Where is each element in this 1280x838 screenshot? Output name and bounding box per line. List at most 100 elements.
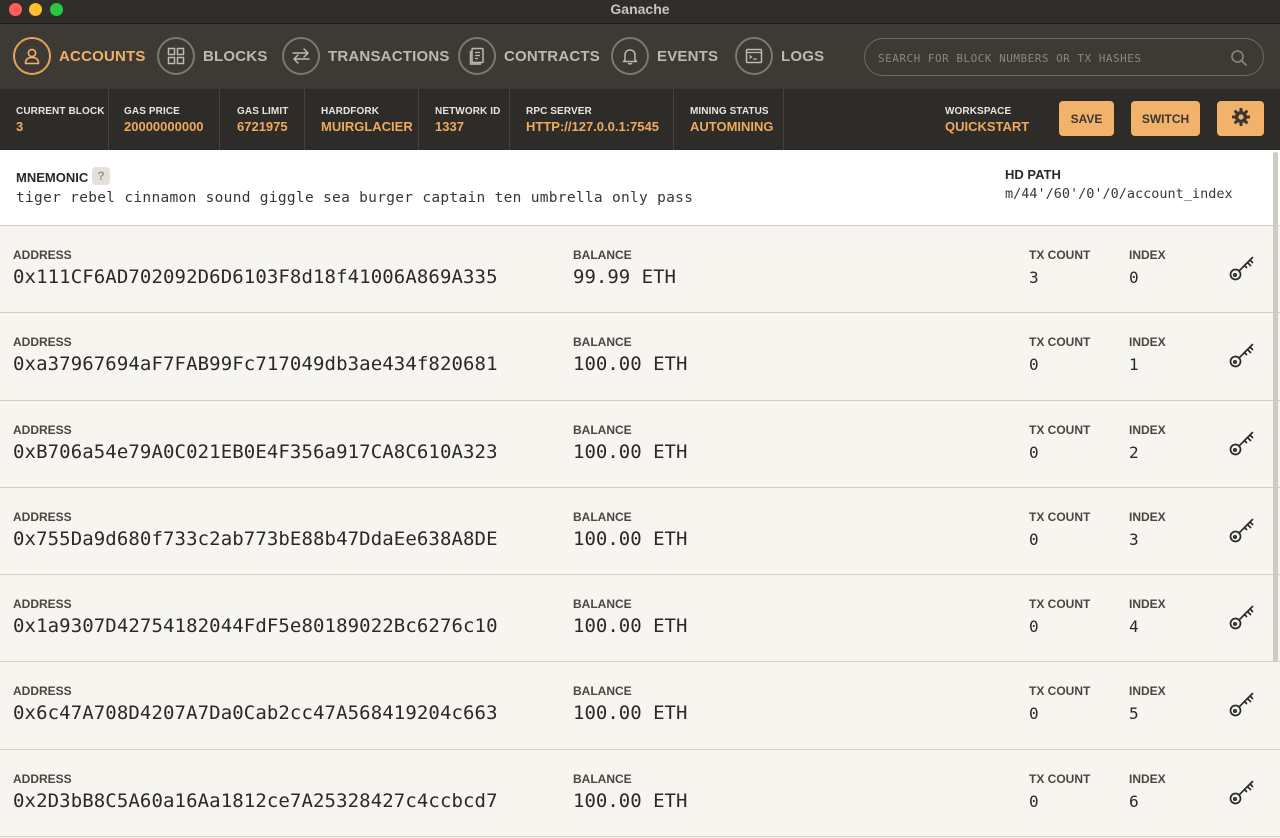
address-label: ADDRESS <box>13 684 72 699</box>
tx-count-label: TX COUNT <box>1029 422 1091 437</box>
rpc-server-label: RPC SERVER <box>526 106 592 117</box>
balance-label: BALANCE <box>573 771 632 786</box>
address-label: ADDRESS <box>13 771 72 786</box>
balance-label: BALANCE <box>573 248 632 262</box>
account-index: 5 <box>1129 704 1139 724</box>
hd-path-value: m/44'/60'/0'/0/account_index <box>1005 186 1233 202</box>
address-label: ADDRESS <box>13 422 72 437</box>
current-block-stat: CURRENT BLOCK 3 <box>0 89 109 150</box>
mnemonic-label: MNEMONIC <box>16 170 89 185</box>
balance-label: BALANCE <box>573 422 632 437</box>
search-input[interactable] <box>878 48 1218 68</box>
account-index: 0 <box>1129 268 1139 287</box>
account-index: 4 <box>1129 617 1139 637</box>
account-row: ADDRESS 0x1a9307D42754182044FdF5e8018902… <box>0 575 1280 663</box>
search-box <box>864 38 1264 76</box>
window-titlebar: Ganache <box>0 0 1280 24</box>
key-icon[interactable] <box>1227 253 1257 288</box>
key-icon[interactable] <box>1227 777 1257 812</box>
account-row: ADDRESS 0xa37967694aF7FAB99Fc717049db3ae… <box>0 313 1280 401</box>
index-label: INDEX <box>1129 248 1166 262</box>
scrollbar[interactable] <box>1273 152 1278 662</box>
address-label: ADDRESS <box>13 335 72 350</box>
mining-status-label: MINING STATUS <box>690 106 769 117</box>
workspace-stat: WORKSPACE QUICKSTART <box>945 89 1045 150</box>
account-balance: 100.00 ETH <box>573 702 688 725</box>
balance-label: BALANCE <box>573 335 632 350</box>
tx-count-label: TX COUNT <box>1029 684 1091 699</box>
nav-events-label: EVENTS <box>657 47 719 65</box>
account-address: 0x2D3bB8C5A60a16Aa1812ce7A25328427c4ccbc… <box>13 789 498 812</box>
rpc-server-value: HTTP://127.0.0.1:7545 <box>526 119 659 134</box>
index-label: INDEX <box>1129 509 1166 524</box>
account-balance: 100.00 ETH <box>573 353 688 376</box>
account-icon <box>13 37 51 75</box>
workspace-value: QUICKSTART <box>945 119 1030 134</box>
account-balance: 100.00 ETH <box>573 789 688 812</box>
network-id-stat: NETWORK ID 1337 <box>419 89 510 150</box>
key-icon[interactable] <box>1227 340 1257 375</box>
tx-count-label: TX COUNT <box>1029 771 1091 786</box>
account-row: ADDRESS 0x2D3bB8C5A60a16Aa1812ce7A253284… <box>0 749 1280 838</box>
account-index: 2 <box>1129 442 1139 462</box>
tx-count-label: TX COUNT <box>1029 335 1091 350</box>
mining-status-value: AUTOMINING <box>690 119 774 134</box>
save-button[interactable]: SAVE <box>1059 101 1114 136</box>
account-index: 3 <box>1129 529 1139 549</box>
nav-logs[interactable]: LOGS <box>735 37 824 75</box>
address-label: ADDRESS <box>13 597 72 612</box>
hardfork-value: MUIRGLACIER <box>321 119 413 134</box>
status-bar: CURRENT BLOCK 3 GAS PRICE 20000000000 GA… <box>0 89 1280 150</box>
index-label: INDEX <box>1129 597 1166 612</box>
help-icon[interactable]: ? <box>92 167 110 185</box>
account-tx-count: 0 <box>1029 442 1039 462</box>
gas-price-label: GAS PRICE <box>124 106 180 117</box>
index-label: INDEX <box>1129 422 1166 437</box>
account-tx-count: 3 <box>1029 268 1039 287</box>
gas-limit-value: 6721975 <box>237 119 288 134</box>
current-block-value: 3 <box>16 119 24 134</box>
logs-icon <box>735 37 773 75</box>
key-icon[interactable] <box>1227 689 1257 724</box>
nav-accounts[interactable]: ACCOUNTS <box>13 37 146 75</box>
search-icon[interactable] <box>1230 49 1248 72</box>
account-tx-count: 0 <box>1029 704 1039 724</box>
transactions-icon <box>282 37 320 75</box>
accounts-list: ADDRESS 0x111CF6AD702092D6D6103F8d18f410… <box>0 226 1280 838</box>
settings-button[interactable] <box>1217 101 1264 136</box>
nav-blocks[interactable]: BLOCKS <box>157 37 268 75</box>
key-icon[interactable] <box>1227 515 1257 550</box>
account-address: 0x6c47A708D4207A7Da0Cab2cc47A568419204c6… <box>13 702 498 725</box>
bell-icon <box>611 37 649 75</box>
account-tx-count: 0 <box>1029 355 1039 375</box>
switch-button[interactable]: SWITCH <box>1131 101 1200 136</box>
network-id-value: 1337 <box>435 119 464 134</box>
address-label: ADDRESS <box>13 509 72 524</box>
blocks-icon <box>157 37 195 75</box>
account-address: 0xa37967694aF7FAB99Fc717049db3ae434f8206… <box>13 353 498 376</box>
main-nav: ACCOUNTS BLOCKS TRANSACTIONS CONTRACTS E… <box>0 24 1280 89</box>
key-icon[interactable] <box>1227 428 1257 463</box>
nav-events[interactable]: EVENTS <box>611 37 718 75</box>
nav-transactions[interactable]: TRANSACTIONS <box>282 37 450 75</box>
account-balance: 100.00 ETH <box>573 440 688 463</box>
account-balance: 100.00 ETH <box>573 527 688 550</box>
index-label: INDEX <box>1129 771 1166 786</box>
key-icon[interactable] <box>1227 602 1257 637</box>
index-label: INDEX <box>1129 684 1166 699</box>
workspace-label: WORKSPACE <box>945 106 1012 117</box>
account-index: 6 <box>1129 791 1139 811</box>
index-label: INDEX <box>1129 335 1166 350</box>
tx-count-label: TX COUNT <box>1029 248 1091 262</box>
account-balance: 100.00 ETH <box>573 615 688 638</box>
help-icon-glyph: ? <box>97 169 105 183</box>
nav-accounts-label: ACCOUNTS <box>59 47 146 65</box>
nav-contracts[interactable]: CONTRACTS <box>458 37 600 75</box>
nav-blocks-label: BLOCKS <box>203 47 268 65</box>
nav-transactions-label: TRANSACTIONS <box>328 47 450 65</box>
account-row: ADDRESS 0x111CF6AD702092D6D6103F8d18f410… <box>0 226 1280 314</box>
account-tx-count: 0 <box>1029 617 1039 637</box>
balance-label: BALANCE <box>573 684 632 699</box>
nav-contracts-label: CONTRACTS <box>504 47 600 65</box>
tx-count-label: TX COUNT <box>1029 597 1091 612</box>
